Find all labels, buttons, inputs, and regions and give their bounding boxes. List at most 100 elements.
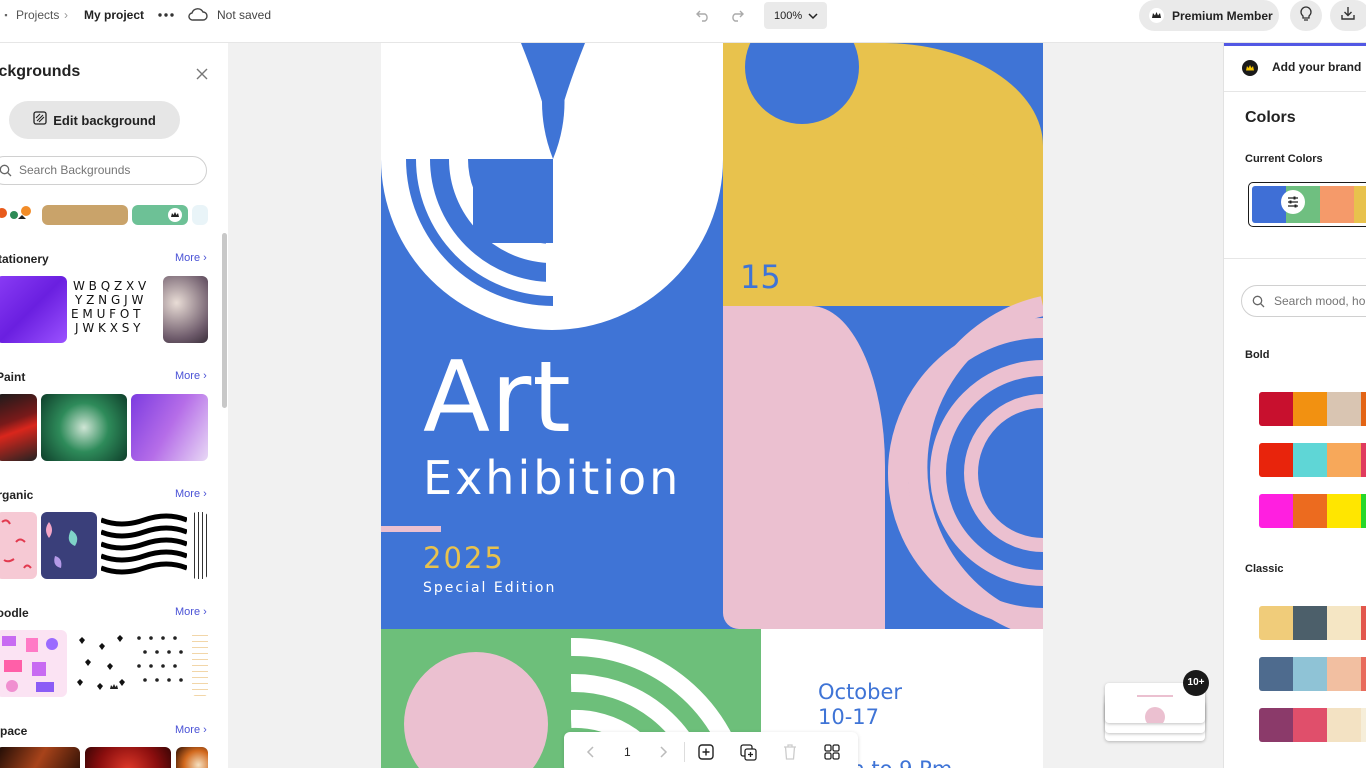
- svg-text:W B Q Z X V: W B Q Z X V: [73, 279, 147, 293]
- background-thumb[interactable]: [0, 630, 67, 697]
- more-label: More: [175, 724, 201, 736]
- redo-icon[interactable]: [726, 5, 748, 25]
- download-button[interactable]: [1330, 0, 1366, 31]
- backgrounds-panel: Backgrounds Edit background Stationery M…: [0, 43, 228, 768]
- color-search-input[interactable]: [1274, 294, 1366, 308]
- bold-palette-3[interactable]: [1259, 494, 1366, 528]
- background-thumb[interactable]: [0, 394, 37, 461]
- background-thumb[interactable]: [41, 512, 97, 579]
- more-link-doodle[interactable]: More ›: [175, 606, 207, 618]
- pages-stack-button[interactable]: 10+: [1103, 670, 1209, 743]
- duplicate-page-icon[interactable]: [738, 742, 758, 762]
- color-search-field[interactable]: [1241, 285, 1366, 317]
- color-swatch: [1361, 494, 1366, 528]
- premium-member-button[interactable]: Premium Member: [1139, 0, 1279, 31]
- premium-crown-icon: [107, 680, 121, 694]
- background-thumb[interactable]: [85, 747, 171, 768]
- delete-page-icon[interactable]: [780, 742, 800, 762]
- background-thumb[interactable]: [132, 205, 188, 225]
- breadcrumb-projects[interactable]: Projects: [16, 0, 59, 30]
- premium-label: Premium Member: [1172, 8, 1273, 23]
- color-swatch: [1320, 186, 1354, 223]
- background-thumb[interactable]: [0, 205, 38, 225]
- background-thumb[interactable]: [192, 205, 208, 225]
- classic-palette-2[interactable]: [1259, 657, 1366, 691]
- svg-text:J W K X S Y: J W K X S Y: [74, 321, 141, 335]
- panel-scrollbar[interactable]: [222, 233, 227, 408]
- background-thumb[interactable]: [101, 512, 187, 579]
- poster-title-art[interactable]: Art: [423, 349, 572, 447]
- poster-date-month[interactable]: October: [818, 680, 902, 704]
- edit-background-label: Edit background: [53, 112, 156, 128]
- adjust-colors-icon[interactable]: [1281, 190, 1305, 214]
- background-thumb[interactable]: [191, 512, 208, 579]
- background-thumb[interactable]: [163, 276, 208, 343]
- more-label: More: [175, 606, 201, 618]
- classic-palette-3[interactable]: [1259, 708, 1366, 742]
- current-colors-label: Current Colors: [1245, 153, 1323, 165]
- section-title-stationery: Stationery: [0, 252, 49, 266]
- edit-background-button[interactable]: Edit background: [9, 101, 180, 139]
- search-input[interactable]: [19, 163, 189, 177]
- bold-palette-1[interactable]: [1259, 392, 1366, 426]
- undo-icon[interactable]: [692, 5, 714, 25]
- panel-divider: [1224, 258, 1366, 259]
- prev-page-icon[interactable]: [582, 743, 598, 761]
- color-swatch: [1327, 606, 1361, 640]
- background-thumb[interactable]: [176, 747, 208, 768]
- background-thumb[interactable]: [131, 394, 208, 461]
- background-thumb[interactable]: [0, 747, 80, 768]
- background-thumb[interactable]: [41, 394, 127, 461]
- more-label: More: [175, 488, 201, 500]
- panel-title: Backgrounds: [0, 63, 81, 80]
- zoom-dropdown[interactable]: 100%: [764, 2, 827, 29]
- poster-page[interactable]: 15 Art Exhibition 2025 Special Edition: [381, 43, 1043, 629]
- bold-palette-2[interactable]: [1259, 443, 1366, 477]
- bold-label: Bold: [1245, 349, 1270, 361]
- poster-date-range[interactable]: 10-17: [818, 705, 879, 729]
- project-name[interactable]: My project: [84, 0, 144, 30]
- more-label: More: [175, 252, 201, 264]
- color-swatch: [1259, 494, 1293, 528]
- color-swatch: [1361, 657, 1366, 691]
- add-page-icon[interactable]: [696, 742, 716, 762]
- color-swatch: [1293, 443, 1327, 477]
- background-thumb[interactable]: [42, 205, 128, 225]
- poster-title-exhibition[interactable]: Exhibition: [423, 455, 681, 501]
- ideas-button[interactable]: [1290, 0, 1322, 31]
- poster-year[interactable]: 2025: [423, 541, 505, 575]
- next-page-icon[interactable]: [656, 743, 672, 761]
- background-thumb[interactable]: [192, 630, 208, 697]
- save-status: Not saved: [217, 8, 272, 22]
- color-swatch: [1354, 186, 1366, 223]
- more-link-stationery[interactable]: More ›: [175, 252, 207, 264]
- add-brand-row[interactable]: Add your brand: [1224, 43, 1366, 92]
- poster-date-number[interactable]: 15: [740, 258, 781, 296]
- background-thumb[interactable]: W B Q Z X VY Z N G J WE M U F O TJ W K X…: [71, 276, 159, 343]
- background-thumb[interactable]: [0, 512, 37, 579]
- more-link-organic[interactable]: More ›: [175, 488, 207, 500]
- background-thumb[interactable]: [133, 630, 188, 697]
- classic-palette-1[interactable]: [1259, 606, 1366, 640]
- more-link-space[interactable]: More ›: [175, 724, 207, 736]
- color-swatch: [1259, 606, 1293, 640]
- background-thumb[interactable]: [0, 276, 67, 343]
- section-title-space: Space: [0, 724, 28, 738]
- close-icon[interactable]: [194, 66, 210, 82]
- background-thumb[interactable]: [71, 630, 129, 697]
- page-navigator: 1: [564, 732, 858, 768]
- home-icon[interactable]: ▪: [0, 8, 12, 22]
- more-label: More: [175, 370, 201, 382]
- grid-view-icon[interactable]: [822, 742, 842, 762]
- classic-label: Classic: [1245, 563, 1284, 575]
- svg-text:Y Z N G J W: Y Z N G J W: [74, 293, 143, 307]
- chevron-right-icon: ›: [64, 8, 68, 22]
- color-swatch: [1293, 494, 1327, 528]
- page-count-badge: 10+: [1183, 670, 1209, 696]
- more-link-paint[interactable]: More ›: [175, 370, 207, 382]
- more-options-icon[interactable]: [156, 7, 176, 23]
- current-palette-box[interactable]: [1248, 182, 1366, 227]
- poster-edition[interactable]: Special Edition: [423, 580, 556, 596]
- color-swatch: [1327, 708, 1361, 742]
- search-backgrounds-field[interactable]: [0, 156, 207, 185]
